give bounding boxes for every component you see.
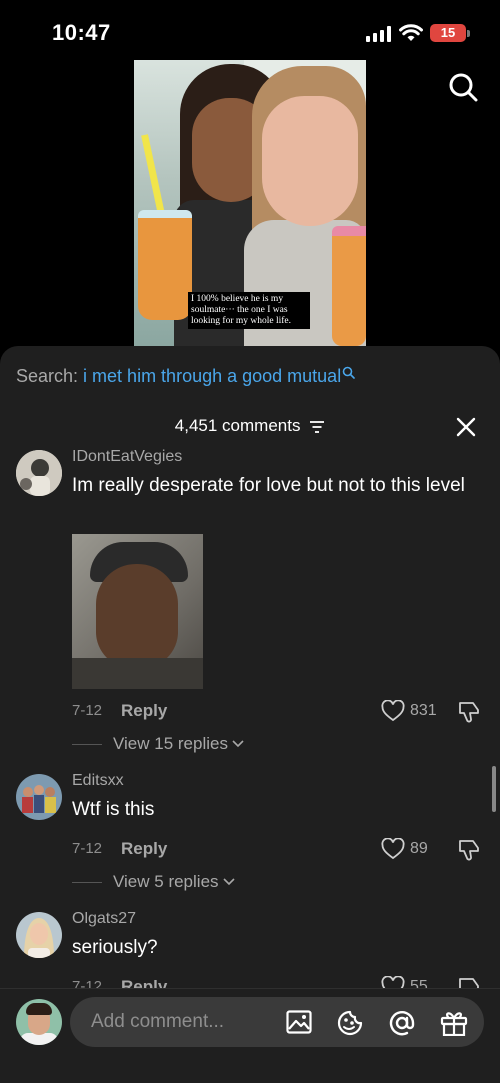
comment-text: Wtf is this (72, 799, 155, 820)
comment-text: seriously? (72, 937, 158, 958)
replies-divider (72, 743, 102, 745)
comment-item: IDontEatVegies Im really desperate for l… (0, 448, 500, 760)
reply-button[interactable]: Reply (121, 701, 167, 721)
emoji-icon[interactable] (336, 1010, 364, 1036)
comment-item: Editsxx Wtf is this 7-12 Reply 89 View 5… (0, 772, 500, 904)
comment-count: 4,451 comments (174, 416, 301, 435)
like-button[interactable]: 831 (381, 700, 437, 722)
status-bar: 10:47 15 (0, 0, 500, 66)
heart-icon (381, 976, 405, 988)
reply-button[interactable]: Reply (121, 839, 167, 859)
wifi-icon (399, 24, 423, 41)
add-comment-input[interactable]: Add comment... (70, 997, 484, 1047)
comment-date: 7-12 (72, 978, 103, 988)
comment-item: Olgats27 seriously? 7-12 Reply 55 (0, 912, 500, 988)
video-player[interactable]: I 100% believe he is my soulmate··· the … (134, 60, 366, 350)
signal-icon (366, 26, 391, 42)
comments-header: 4,451 comments (0, 416, 500, 436)
comment-date: 7-12 (72, 840, 103, 857)
filter-icon[interactable] (309, 420, 325, 434)
dislike-icon[interactable] (457, 839, 481, 861)
user-avatar[interactable] (16, 999, 62, 1045)
avatar-hair (26, 1003, 52, 1015)
video-caption: I 100% believe he is my soulmate··· the … (188, 292, 310, 329)
comment-username[interactable]: Olgats27 (72, 912, 136, 928)
replies-divider (72, 881, 102, 883)
avatar-image (16, 912, 62, 958)
avatar[interactable] (16, 774, 62, 820)
person-face-2 (262, 96, 358, 226)
like-button[interactable]: 55 (381, 976, 428, 988)
like-count: 55 (410, 978, 428, 988)
search-query[interactable]: i met him through a good mutual (83, 366, 341, 386)
chevron-down-icon (232, 740, 244, 748)
comment-text: Im really desperate for love but not to … (72, 475, 465, 496)
heart-icon (381, 700, 405, 722)
search-prefix: Search: (16, 366, 84, 386)
heart-icon (381, 838, 405, 860)
dislike-icon[interactable] (457, 977, 481, 988)
like-count: 831 (410, 702, 437, 719)
comment-placeholder: Add comment... (91, 1011, 225, 1032)
reply-button[interactable]: Reply (121, 977, 167, 988)
search-icon (342, 366, 356, 379)
scrollbar[interactable] (492, 766, 496, 812)
avatar[interactable] (16, 912, 62, 958)
gif-face (96, 564, 178, 668)
comment-gif-image[interactable] (72, 534, 203, 689)
drink-cup (138, 210, 192, 320)
search-icon[interactable] (448, 72, 478, 102)
comment-input-bar: Add comment... (0, 988, 500, 1083)
drink-cup-2 (332, 226, 366, 346)
close-icon[interactable] (456, 417, 476, 437)
battery-tip (467, 30, 470, 37)
view-replies-label: View 5 replies (113, 872, 219, 891)
search-suggestion[interactable]: Search: i met him through a good mutual (16, 366, 356, 387)
chevron-down-icon (222, 878, 235, 886)
comment-username[interactable]: IDontEatVegies (72, 448, 182, 466)
comment-date: 7-12 (72, 702, 103, 719)
status-time: 10:47 (52, 20, 111, 45)
image-icon[interactable] (286, 1010, 312, 1034)
gift-icon[interactable] (440, 1010, 468, 1036)
comments-sheet: Search: i met him through a good mutual … (0, 346, 500, 1083)
view-replies-button[interactable]: View 5 replies (72, 872, 236, 892)
like-count: 89 (410, 840, 428, 857)
gif-shirt (72, 658, 203, 689)
comment-username[interactable]: Editsxx (72, 772, 124, 790)
battery-indicator: 15 (430, 24, 466, 42)
avatar-image (16, 450, 62, 496)
avatar[interactable] (16, 450, 62, 496)
view-replies-button[interactable]: View 15 replies (72, 734, 245, 754)
dislike-icon[interactable] (457, 701, 481, 723)
view-replies-label: View 15 replies (113, 734, 228, 753)
like-button[interactable]: 89 (381, 838, 428, 860)
at-icon[interactable] (388, 1010, 416, 1036)
avatar-image (16, 774, 62, 820)
